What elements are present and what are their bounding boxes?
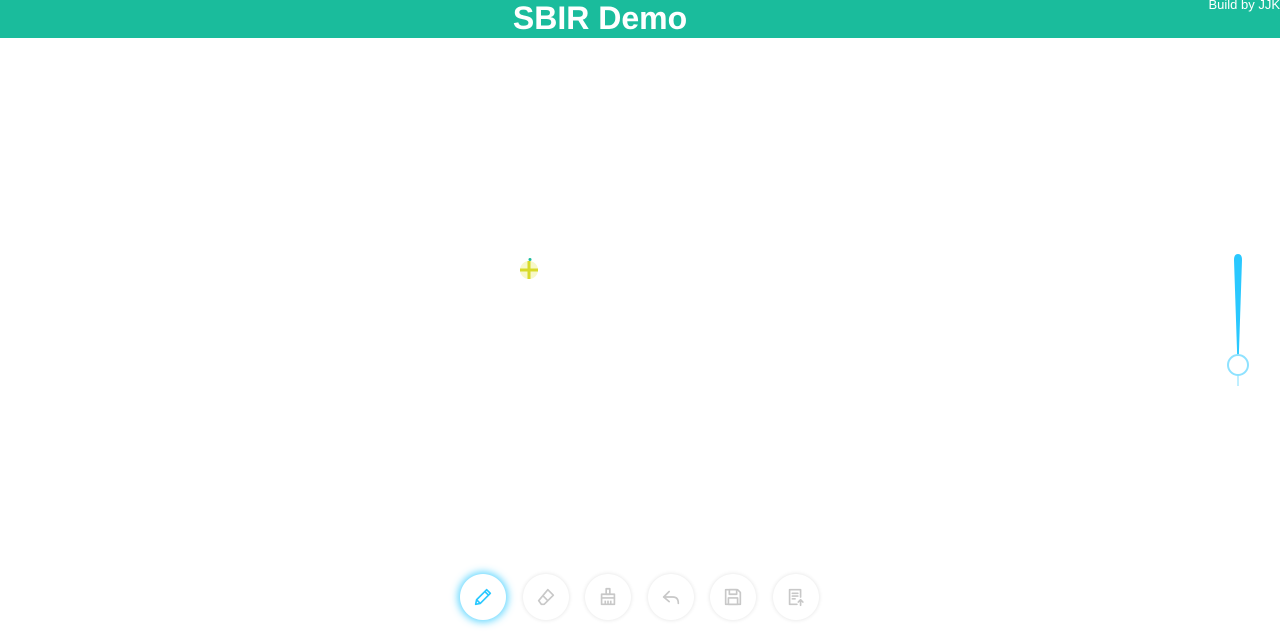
slider-thumb bbox=[1227, 354, 1249, 376]
save-icon bbox=[724, 588, 742, 606]
page-title: SBIR Demo bbox=[512, 0, 688, 36]
pencil-button[interactable] bbox=[460, 574, 506, 620]
crosshair-plus-icon bbox=[520, 258, 538, 279]
undo-button[interactable] bbox=[648, 574, 694, 620]
save-button[interactable] bbox=[710, 574, 756, 620]
submit-button[interactable] bbox=[773, 574, 819, 620]
eraser-icon bbox=[537, 588, 555, 606]
clear-button[interactable] bbox=[585, 574, 631, 620]
broom-icon bbox=[600, 587, 616, 606]
brush-size-slider[interactable] bbox=[1224, 250, 1252, 390]
app-header: SBIR Demo Build by JJK bbox=[0, 0, 1280, 38]
author-credit: Build by JJK bbox=[1208, 0, 1280, 12]
eraser-button[interactable] bbox=[523, 574, 569, 620]
document-upload-icon bbox=[788, 588, 804, 607]
undo-icon bbox=[662, 590, 680, 605]
sketch-canvas[interactable] bbox=[0, 38, 1280, 644]
drawing-toolbar bbox=[458, 574, 822, 622]
pencil-icon bbox=[474, 588, 492, 606]
slider-fill bbox=[1234, 254, 1242, 356]
